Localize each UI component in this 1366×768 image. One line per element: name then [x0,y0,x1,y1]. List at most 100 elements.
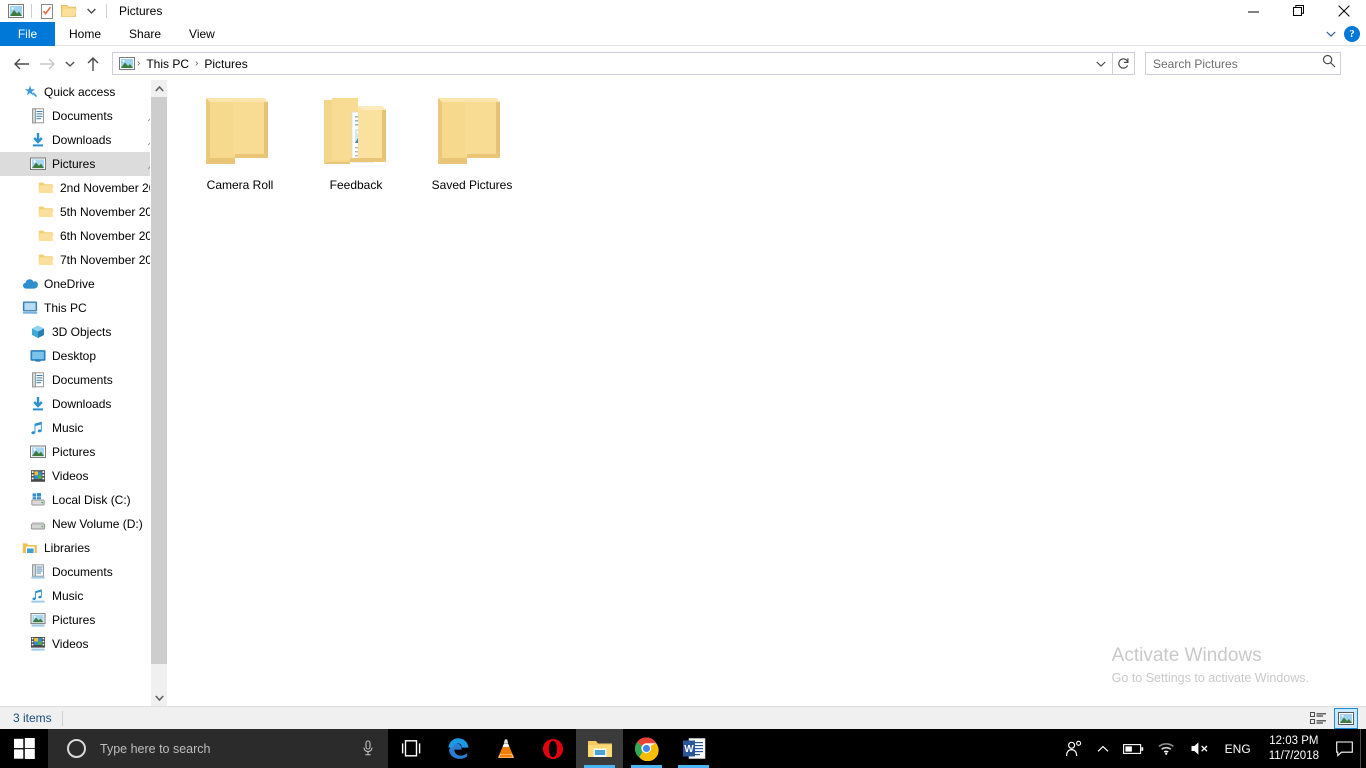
tab-file[interactable]: File [0,22,55,46]
toolbar-divider [31,4,32,18]
sidebar-item-label: Downloads [52,133,112,147]
minimize-button[interactable] [1231,0,1276,22]
action-center-icon[interactable] [1329,729,1360,768]
search-box[interactable] [1145,52,1341,75]
drive-icon [30,516,46,532]
sidebar-item-quick-access[interactable]: Quick access [0,80,167,104]
sidebar-item-label: Quick access [44,85,116,99]
downloads-icon [30,396,46,412]
sidebar-item-2nd-november-2018[interactable]: 2nd November 2018 [0,176,167,200]
task-view-icon[interactable] [388,729,435,768]
recent-locations-button[interactable] [60,51,80,77]
close-button[interactable] [1321,0,1366,22]
restore-button[interactable] [1276,0,1321,22]
collapse-ribbon-chevron-icon[interactable] [1320,23,1342,45]
refresh-button[interactable] [1113,52,1135,75]
tab-view[interactable]: View [175,22,229,46]
sidebar-item-label: Documents [52,109,113,123]
sidebar-item-6th-november-2018[interactable]: 6th November 2018 [0,224,167,248]
up-button[interactable] [80,51,106,77]
sidebar-item-pictures[interactable]: Pictures [0,152,167,176]
folder-icon [38,252,54,268]
scroll-up-button[interactable] [151,80,167,97]
sidebar-item-documents[interactable]: Documents [0,104,167,128]
sidebar-item-pictures[interactable]: Pictures [0,440,167,464]
search-input[interactable] [1153,56,1322,71]
vlc-media-player-icon[interactable] [482,729,529,768]
folder-item[interactable]: Camera Roll [182,88,298,206]
folder-item[interactable]: Feedback [298,88,414,206]
svg-text:W: W [684,744,694,755]
sidebar-item-videos[interactable]: Videos [0,632,167,656]
opera-browser-icon[interactable] [529,729,576,768]
sidebar-item-desktop[interactable]: Desktop [0,344,167,368]
sidebar-item-onedrive[interactable]: OneDrive [0,272,167,296]
sidebar-item-5th-november-2018[interactable]: 5th November 2018 [0,200,167,224]
file-explorer-icon[interactable] [576,729,623,768]
sidebar-item-label: Pictures [52,157,96,171]
people-icon[interactable] [1058,729,1090,768]
properties-icon[interactable] [36,0,58,22]
microsoft-word-icon[interactable]: W [670,729,717,768]
new-folder-icon[interactable] [58,0,80,22]
folder-icon [38,180,54,196]
navigation-scrollbar[interactable] [150,80,167,706]
clock-time: 12:03 PM [1269,734,1319,747]
sidebar-item-label: Videos [52,469,89,483]
search-icon[interactable] [1322,54,1336,73]
language-indicator[interactable]: ENG [1217,742,1259,756]
sidebar-item-music[interactable]: Music [0,584,167,608]
volume-muted-icon[interactable] [1183,729,1217,768]
documents-icon [30,108,46,124]
clock[interactable]: 12:03 PM 11/7/2018 [1259,729,1329,768]
file-list-view[interactable]: Camera Roll Feedback Saved Pictures Activa… [168,80,1366,706]
sidebar-item-this-pc[interactable]: This PC [0,296,167,320]
back-button[interactable] [8,51,34,77]
sidebar-item-3d-objects[interactable]: 3D Objects [0,320,167,344]
folder-item[interactable]: Saved Pictures [414,88,530,206]
toolbar-divider-2 [106,4,107,18]
sidebar-item-local-disk-c[interactable]: Local Disk (C:) [0,488,167,512]
help-icon[interactable]: ? [1344,25,1360,42]
scrollbar-thumb[interactable] [151,97,167,664]
customize-chevron-icon[interactable] [80,0,102,22]
microphone-icon[interactable] [356,737,380,761]
sidebar-item-libraries[interactable]: Libraries [0,536,167,560]
sidebar-item-new-volume-d[interactable]: New Volume (D:) [0,512,167,536]
sidebar-item-documents[interactable]: Documents [0,560,167,584]
title-bar: Pictures [0,0,1366,22]
microsoft-edge-icon[interactable] [435,729,482,768]
folder-label: Feedback [329,178,383,192]
breadcrumb-pictures[interactable]: Pictures [200,57,251,71]
taskbar-search-box[interactable]: Type here to search [48,729,388,768]
address-input[interactable]: › This PC › Pictures [112,52,1113,75]
cortana-circle-icon[interactable] [67,739,86,758]
show-desktop-button[interactable] [1360,729,1366,768]
system-tray: ENG 12:03 PM 11/7/2018 [1058,729,1366,768]
sidebar-item-downloads[interactable]: Downloads [0,392,167,416]
wifi-icon[interactable] [1151,729,1183,768]
forward-button[interactable] [34,51,60,77]
sidebar-item-videos[interactable]: Videos [0,464,167,488]
sidebar-item-documents[interactable]: Documents [0,368,167,392]
windows-start-icon[interactable] [0,729,48,768]
large-icons-view-button[interactable] [1334,707,1358,729]
folder-label: Saved Pictures [431,178,513,192]
scroll-down-button[interactable] [151,689,167,706]
sidebar-item-pictures[interactable]: Pictures [0,608,167,632]
address-dropdown-chevron-icon[interactable] [1090,61,1112,67]
battery-icon[interactable] [1116,729,1151,768]
folder-with-document-icon [316,92,396,170]
sidebar-item-music[interactable]: Music [0,416,167,440]
details-view-button[interactable] [1306,708,1330,729]
breadcrumb-this-pc[interactable]: This PC [142,57,193,71]
sidebar-item-label: Documents [52,565,113,579]
google-chrome-icon[interactable] [623,729,670,768]
sidebar-item-label: 3D Objects [52,325,112,339]
show-hidden-icons-chevron[interactable] [1090,729,1116,768]
tab-share[interactable]: Share [115,22,175,46]
sidebar-item-downloads[interactable]: Downloads [0,128,167,152]
sidebar-item-7th-november-2018[interactable]: 7th November 2018 [0,248,167,272]
videos-icon [30,468,46,484]
tab-home[interactable]: Home [55,22,115,46]
